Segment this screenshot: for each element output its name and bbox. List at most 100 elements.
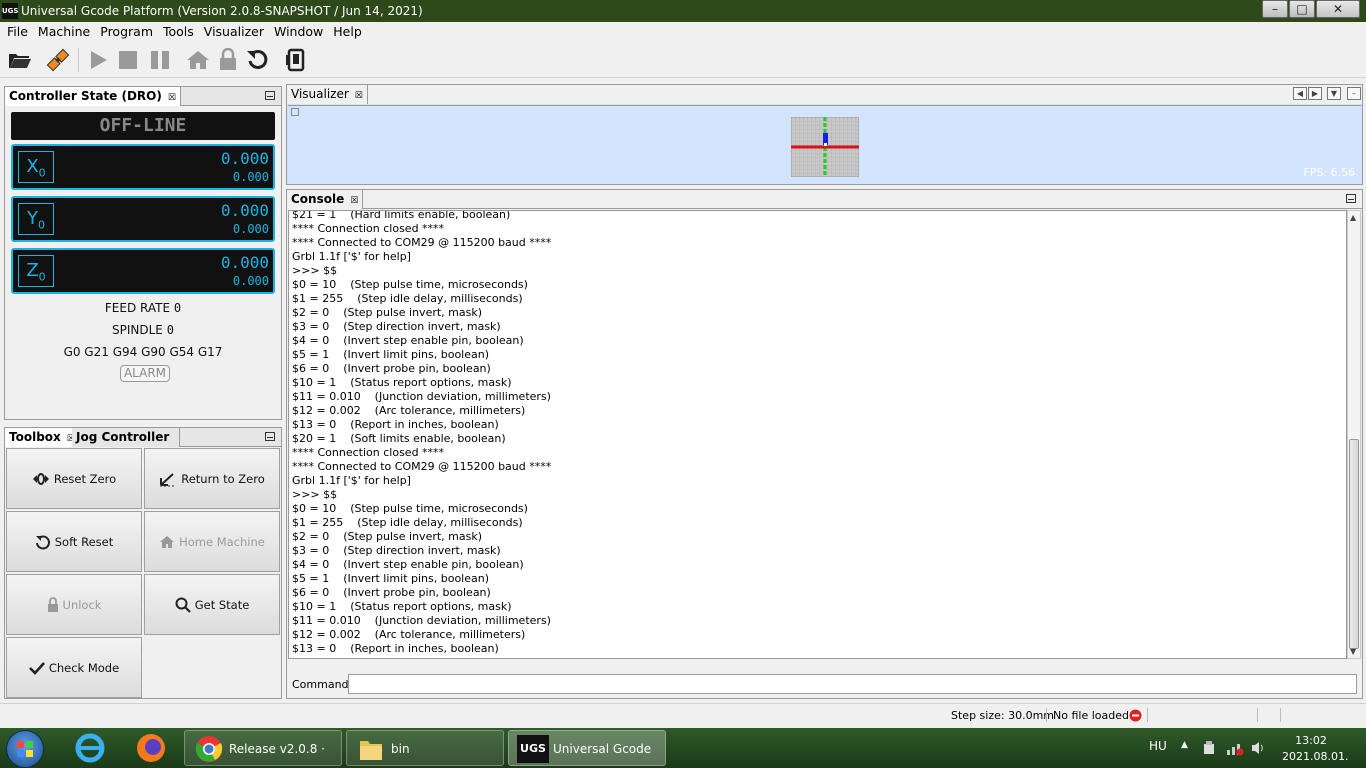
lock-icon[interactable] [214,46,242,74]
tab-list-dropdown-icon[interactable]: ▼ [1327,87,1341,100]
app-logo: UGS [2,3,18,19]
view-toggle-icon[interactable] [291,108,299,116]
tab-visualizer-label: Visualizer [291,87,349,101]
axis-y-reset-button[interactable]: Y0 [18,203,54,235]
close-tab-icon[interactable]: ☒ [168,93,176,103]
language-indicator[interactable]: HU [1149,739,1167,753]
connect-icon[interactable] [44,46,72,74]
reset-icon[interactable] [244,46,272,74]
console-line: $0 = 10 (Step pulse time, microseconds) [292,502,528,516]
maximize-button[interactable]: □ [1289,0,1315,18]
clock-date: 2021.08.01. [1282,750,1340,764]
menu-program[interactable]: Program [95,22,158,42]
taskbar-item-ugs[interactable]: UGS Universal Gcode P... [508,730,666,766]
return-to-zero-label: Return to Zero [181,472,264,486]
firefox-icon[interactable] [127,730,175,766]
start-button[interactable] [6,730,44,768]
axis-x-work-position: 0.000 [221,149,269,168]
minimize-panel-icon[interactable] [265,91,275,100]
command-input[interactable] [348,674,1357,694]
open-folder-icon[interactable] [6,46,34,74]
gcode-state: G0 G21 G94 G90 G54 G17 [5,345,281,359]
clock-time: 13:02 [1282,734,1340,748]
check-mode-button[interactable]: Check Mode [6,637,142,698]
console-line: >>> $$ [292,488,337,502]
minimize-button[interactable]: – [1262,0,1288,18]
console-line: $3 = 0 (Step direction invert, mask) [292,320,501,334]
internet-explorer-icon[interactable] [66,730,114,766]
file-status: No file loaded [1053,709,1129,722]
console-line: $12 = 0.002 (Arc tolerance, millimeters) [292,404,525,418]
show-hidden-icons-icon[interactable]: ▲ [1181,740,1188,750]
return-to-zero-button[interactable]: Return to Zero [144,448,280,509]
axis-x-machine-position: 0.000 [233,170,269,184]
taskbar-item-chrome-label: Release v2.0.8 · wi... [229,731,341,768]
minimize-panel-icon[interactable] [265,432,275,441]
console-output[interactable]: $21 = 1 (Hard limits enable, boolean)***… [288,210,1347,659]
home-machine-button[interactable]: Home Machine [144,511,280,572]
scrollbar-thumb[interactable] [1349,439,1359,649]
status-separator [1280,708,1281,722]
console-scrollbar[interactable]: ▲ ▼ [1347,210,1361,659]
soft-reset-button[interactable]: Soft Reset [6,511,142,572]
machine-icon[interactable] [282,46,310,74]
reset-zero-button[interactable]: Reset Zero [6,448,142,509]
console-line: $13 = 0 (Report in inches, boolean) [292,642,499,656]
tab-toolbox[interactable]: Toolbox☒ [5,428,80,447]
spindle-value: 0 [167,323,174,337]
axis-z-readout: Z0 0.000 0.000 [11,248,275,294]
scroll-tabs-left-icon[interactable]: ◀ [1293,87,1307,100]
scroll-tabs-right-icon[interactable]: ▶ [1308,87,1322,100]
usb-device-icon[interactable] [1202,740,1216,756]
pause-icon[interactable] [146,46,174,74]
axis-z-machine-position: 0.000 [233,274,269,288]
console-line: $0 = 10 (Step pulse time, microseconds) [292,278,528,292]
stop-icon[interactable] [114,46,142,74]
home-machine-label: Home Machine [179,535,265,549]
volume-icon[interactable] [1250,740,1266,756]
tab-jog-controller[interactable]: Jog Controller [72,428,180,447]
taskbar-item-folder[interactable]: bin [346,730,504,766]
window-title: Universal Gcode Platform (Version 2.0.8-… [21,3,423,19]
home-icon[interactable] [184,46,212,74]
visualizer-canvas[interactable]: FPS: 6.56 [288,105,1361,184]
menu-window[interactable]: Window [269,22,328,42]
console-line: $4 = 0 (Invert step enable pin, boolean) [292,334,524,348]
menu-tools[interactable]: Tools [158,22,199,42]
console-line: $1 = 255 (Step idle delay, milliseconds) [292,516,523,530]
menu-visualizer[interactable]: Visualizer [199,22,269,42]
tab-controller-state[interactable]: Controller State (DRO)☒ [5,87,181,106]
tab-console-label: Console [291,192,344,206]
soft-reset-icon [35,534,51,550]
unlock-button[interactable]: Unlock [6,574,142,635]
menu-machine[interactable]: Machine [33,22,95,42]
close-tab-icon[interactable]: ☒ [350,196,358,206]
close-button[interactable]: ✕ [1316,0,1360,18]
menu-help[interactable]: Help [328,22,367,42]
fps-counter: FPS: 6.56 [1303,166,1355,179]
axis-x-sub: 0 [39,167,46,180]
lock-icon [47,597,59,613]
play-icon[interactable] [84,46,112,74]
network-icon[interactable] [1226,740,1244,756]
taskbar-item-chrome[interactable]: Release v2.0.8 · wi... [184,730,342,766]
close-tab-icon[interactable]: ☒ [355,91,363,101]
tab-console[interactable]: Console ☒ [287,190,363,209]
scroll-down-icon[interactable]: ▼ [1350,647,1356,656]
minimize-panel-icon[interactable]: – [1347,87,1361,100]
console-panel-header: Console ☒ [287,190,1362,209]
console-line: $3 = 0 (Step direction invert, mask) [292,544,501,558]
minimize-panel-icon[interactable] [1346,194,1356,203]
console-line: $6 = 0 (Invert probe pin, boolean) [292,586,491,600]
axis-x-reset-button[interactable]: X0 [18,151,54,183]
status-bar: Step size: 30.0mm No file loaded [0,703,1366,727]
scroll-up-icon[interactable]: ▲ [1350,213,1356,222]
toolbox-panel-header: Toolbox☒ Jog Controller [5,428,281,447]
axis-z-reset-button[interactable]: Z0 [18,255,54,287]
menu-file[interactable]: File [2,22,33,42]
home-icon [159,535,175,549]
get-state-button[interactable]: Get State [144,574,280,635]
clock[interactable]: 13:02 2021.08.01. [1282,734,1340,764]
tab-visualizer[interactable]: Visualizer ☒ [287,85,368,104]
console-line: $20 = 1 (Soft limits enable, boolean) [292,432,506,446]
